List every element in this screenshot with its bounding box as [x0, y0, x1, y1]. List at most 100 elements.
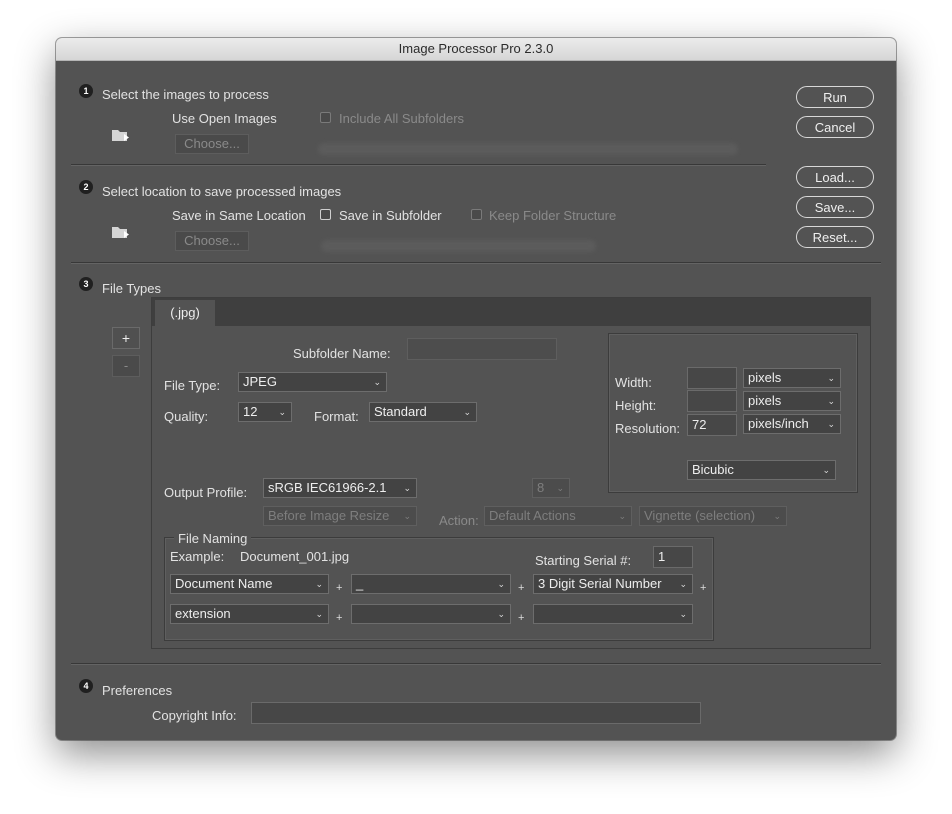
action-label: Action: [439, 513, 479, 528]
chevron-down-icon: ⌄ [315, 579, 323, 589]
chevron-down-icon: ⌄ [679, 609, 687, 619]
file-type-tabbar: (.jpg) [152, 298, 870, 326]
resolution-unit-value: pixels/inch [748, 416, 809, 431]
plus-separator: + [700, 582, 707, 594]
chevron-down-icon: ⌄ [315, 609, 323, 619]
window-title: Image Processor Pro 2.3.0 [56, 38, 896, 61]
chevron-down-icon: ⌄ [827, 396, 835, 406]
chevron-down-icon: ⌄ [463, 407, 471, 417]
example-value: Document_001.jpg [240, 549, 350, 564]
example-label: Example: [170, 549, 225, 564]
naming-field-2-value: _ [356, 576, 364, 591]
file-type-label: File Type: [164, 378, 221, 393]
chevron-down-icon: ⌄ [822, 465, 830, 475]
section-number-2: 2 [79, 180, 93, 194]
naming-field-2-select[interactable]: _ ⌄ [351, 574, 511, 594]
naming-field-3-value: 3 Digit Serial Number [538, 576, 662, 591]
source-path-text [318, 143, 738, 155]
chevron-down-icon: ⌄ [827, 419, 835, 429]
run-button[interactable]: Run [796, 86, 874, 108]
choose-source-button[interactable]: Choose... [175, 134, 249, 154]
resolution-input[interactable]: 72 [687, 414, 737, 436]
copyright-label: Copyright Info: [152, 708, 237, 723]
chevron-down-icon: ⌄ [278, 407, 286, 417]
action-set-select[interactable]: Default Actions ⌄ [484, 506, 632, 526]
folder-arrow-icon [112, 227, 129, 238]
naming-field-6-select[interactable]: ⌄ [533, 604, 693, 624]
section3-title: File Types [102, 281, 162, 296]
file-naming-title: File Naming [174, 531, 252, 546]
choose-destination-button[interactable]: Choose... [175, 231, 249, 251]
plus-separator: + [336, 612, 343, 624]
section4-title: Preferences [102, 683, 173, 698]
section-number-3: 3 [79, 277, 93, 291]
chevron-down-icon: ⌄ [618, 511, 626, 521]
action-select[interactable]: Vignette (selection) ⌄ [639, 506, 787, 526]
keep-folder-structure-checkbox[interactable] [471, 209, 482, 220]
naming-field-4-value: extension [175, 606, 231, 621]
section-number-4: 4 [79, 679, 93, 693]
output-profile-select[interactable]: sRGB IEC61966-2.1 ⌄ [263, 478, 417, 498]
chevron-down-icon: ⌄ [827, 373, 835, 383]
profile-timing-select[interactable]: Before Image Resize ⌄ [263, 506, 417, 526]
chevron-down-icon: ⌄ [373, 377, 381, 387]
height-label: Height: [615, 398, 657, 413]
chevron-down-icon: ⌄ [497, 609, 505, 619]
chevron-down-icon: ⌄ [403, 511, 411, 521]
cancel-button[interactable]: Cancel [796, 116, 874, 138]
width-label: Width: [615, 375, 652, 390]
tab-jpg[interactable]: (.jpg) [155, 300, 215, 326]
file-type-select[interactable]: JPEG ⌄ [238, 372, 387, 392]
width-unit-value: pixels [748, 370, 782, 385]
naming-field-1-select[interactable]: Document Name ⌄ [170, 574, 329, 594]
chevron-down-icon: ⌄ [773, 511, 781, 521]
divider [71, 262, 881, 264]
divider [71, 663, 881, 665]
file-type-value: JPEG [243, 374, 277, 389]
naming-field-3-select[interactable]: 3 Digit Serial Number ⌄ [533, 574, 693, 594]
reset-button[interactable]: Reset... [796, 226, 874, 248]
section2-title: Select location to save processed images [102, 184, 342, 199]
keep-folder-structure-label: Keep Folder Structure [489, 208, 617, 223]
remove-file-type-button[interactable]: - [112, 355, 140, 377]
load-button[interactable]: Load... [796, 166, 874, 188]
format-label: Format: [314, 409, 359, 424]
section-number-1: 1 [79, 84, 93, 98]
height-unit-select[interactable]: pixels ⌄ [743, 391, 841, 411]
folder-arrow-icon [112, 130, 129, 141]
action-set-value: Default Actions [489, 508, 576, 523]
chevron-down-icon: ⌄ [497, 579, 505, 589]
height-input[interactable] [687, 390, 737, 412]
file-type-panel: (.jpg) Subfolder Name: File Type: JPEG ⌄ … [151, 297, 871, 649]
starting-serial-input[interactable]: 1 [653, 546, 693, 568]
copyright-input[interactable] [251, 702, 701, 724]
naming-field-5-select[interactable]: ⌄ [351, 604, 511, 624]
resample-select[interactable]: Bicubic ⌄ [687, 460, 836, 480]
section1-title: Select the images to process [102, 87, 269, 102]
quality-label: Quality: [164, 409, 209, 424]
destination-path-text [321, 240, 596, 252]
naming-field-4-select[interactable]: extension ⌄ [170, 604, 329, 624]
save-same-location-label: Save in Same Location [172, 208, 306, 223]
width-input[interactable] [687, 367, 737, 389]
bit-depth-value: 8 [537, 480, 545, 495]
use-open-images-label: Use Open Images [172, 111, 277, 126]
starting-serial-label: Starting Serial #: [535, 553, 632, 568]
naming-field-1-value: Document Name [175, 576, 273, 591]
plus-separator: + [336, 582, 343, 594]
format-select[interactable]: Standard ⌄ [369, 402, 477, 422]
chevron-down-icon: ⌄ [679, 579, 687, 589]
save-in-subfolder-checkbox[interactable] [320, 209, 331, 220]
save-button[interactable]: Save... [796, 196, 874, 218]
include-subfolders-checkbox[interactable] [320, 112, 331, 123]
quality-select[interactable]: 12 ⌄ [238, 402, 292, 422]
width-unit-select[interactable]: pixels ⌄ [743, 368, 841, 388]
add-file-type-button[interactable]: + [112, 327, 140, 349]
output-profile-value: sRGB IEC61966-2.1 [268, 480, 387, 495]
bit-depth-select[interactable]: 8 ⌄ [532, 478, 570, 498]
subfolder-name-input[interactable] [407, 338, 557, 360]
profile-timing-value: Before Image Resize [268, 508, 390, 523]
resolution-unit-select[interactable]: pixels/inch ⌄ [743, 414, 841, 434]
subfolder-name-label: Subfolder Name: [293, 346, 391, 361]
plus-separator: + [518, 582, 525, 594]
